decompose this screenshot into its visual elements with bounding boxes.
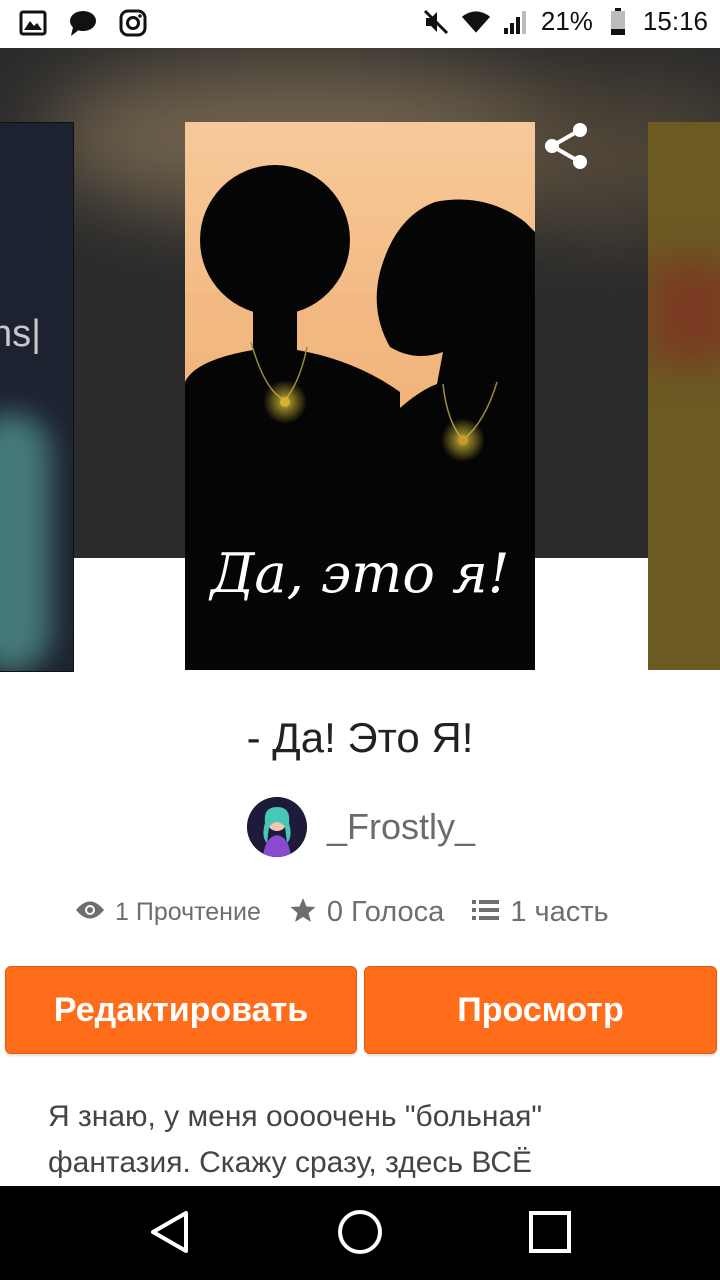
cover-art [0, 413, 51, 671]
description-line: Я знаю, у меня оооочень "больная" [48, 1100, 543, 1133]
share-icon [542, 122, 590, 175]
author-name[interactable]: _Frostly_ [327, 806, 475, 848]
reads-stat: 1 Прочтение [75, 898, 261, 927]
message-notification-icon [68, 8, 98, 38]
votes-stat: 0 Голоса [289, 896, 444, 929]
clock: 15:16 [642, 6, 708, 36]
parts-count: 1 часть [510, 896, 609, 928]
battery-icon [603, 7, 633, 37]
instagram-notification-icon [118, 8, 148, 38]
story-cover: Да, это я! [185, 122, 535, 670]
star-icon [289, 896, 317, 929]
eye-icon [75, 899, 105, 926]
triangle-back-icon [148, 1210, 192, 1259]
status-bar: 21% 15:16 [0, 0, 720, 48]
battery-percent: 21% [540, 6, 593, 36]
circle-home-icon [337, 1209, 383, 1260]
edit-button[interactable]: Редактировать [5, 966, 357, 1054]
list-icon [472, 898, 500, 927]
nav-recents-button[interactable] [525, 1209, 575, 1259]
story-description: Я знаю, у меня оооочень "больная" фантаз… [48, 1094, 668, 1186]
previous-cover-text: ns| [0, 313, 42, 355]
story-stats: 1 Прочтение 0 Голоса 1 часть [75, 896, 695, 929]
gallery-notification-icon [18, 8, 48, 38]
square-recents-icon [528, 1210, 572, 1259]
nav-back-button[interactable] [145, 1209, 195, 1259]
cover-illustration: Да, это я! [185, 122, 535, 670]
description-line: фантазия. Скажу сразу, здесь ВСЁ [48, 1146, 533, 1179]
author-row[interactable]: _Frostly_ [247, 797, 475, 857]
system-nav-bar [0, 1186, 720, 1280]
next-story-cover[interactable] [648, 122, 720, 670]
cover-caption: Да, это я! [208, 542, 509, 605]
avatar[interactable] [247, 797, 307, 857]
wifi-icon [461, 7, 491, 37]
nav-home-button[interactable] [335, 1209, 385, 1259]
cover-art [648, 262, 720, 362]
view-button[interactable]: Просмотр [364, 966, 717, 1054]
story-title: - Да! Это Я! [246, 714, 474, 761]
previous-story-cover[interactable]: ns| [0, 122, 74, 672]
parts-stat: 1 часть [472, 896, 609, 929]
share-button[interactable] [544, 122, 588, 170]
mute-icon [421, 7, 451, 37]
signal-icon [501, 7, 531, 37]
votes-count: 0 Голоса [326, 896, 445, 928]
reads-count: 1 Прочтение [115, 898, 261, 926]
